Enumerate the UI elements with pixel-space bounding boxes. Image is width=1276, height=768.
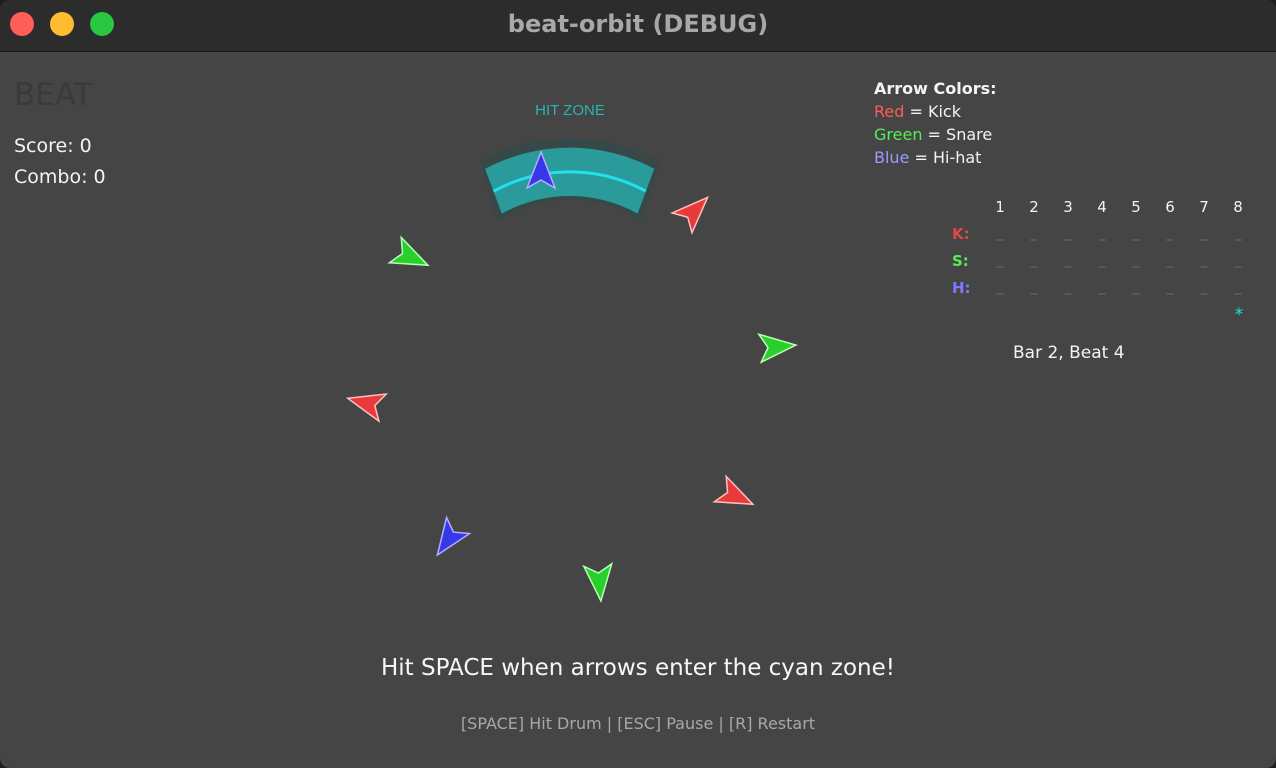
legend-title: Arrow Colors: bbox=[874, 79, 997, 98]
step-header-8: 8 bbox=[1233, 198, 1243, 216]
hihat-step-1: _ bbox=[996, 279, 1004, 295]
step-header-2: 2 bbox=[1029, 198, 1039, 216]
legend-item-snare: Green = Snare bbox=[874, 123, 997, 146]
hihat-step-3: _ bbox=[1064, 279, 1072, 295]
step-header-6: 6 bbox=[1165, 198, 1175, 216]
legend-color-red: Red bbox=[874, 102, 905, 121]
game-canvas[interactable]: BEAT Score: 0 Combo: 0 HIT ZONE Arrow Co… bbox=[0, 53, 1276, 768]
snare-step-6: _ bbox=[1166, 252, 1174, 268]
arrow-kick-2 bbox=[345, 393, 389, 424]
legend-meaning-kick: = Kick bbox=[904, 102, 961, 121]
snare-step-4: _ bbox=[1098, 252, 1106, 268]
legend-item-kick: Red = Kick bbox=[874, 100, 997, 123]
step-header-3: 3 bbox=[1063, 198, 1073, 216]
hihat-step-5: _ bbox=[1132, 279, 1140, 295]
arrow-snare-2 bbox=[757, 332, 798, 364]
legend-color-blue: Blue bbox=[874, 148, 910, 167]
arrow-hihat-2 bbox=[436, 515, 472, 557]
kick-step-6: _ bbox=[1166, 225, 1174, 241]
legend-meaning-hihat: = Hi-hat bbox=[909, 148, 982, 167]
snare-step-7: _ bbox=[1200, 252, 1208, 268]
controls-hint: [SPACE] Hit Drum | [ESC] Pause | [R] Res… bbox=[460, 714, 816, 733]
arrow-color-legend: Arrow Colors: Red = Kick Green = Snare B… bbox=[874, 77, 997, 169]
hihat-step-7: _ bbox=[1200, 279, 1208, 295]
legend-color-green: Green bbox=[874, 125, 923, 144]
hihat-step-6: _ bbox=[1166, 279, 1174, 295]
title-bar[interactable]: beat-orbit (DEBUG) bbox=[0, 0, 1276, 52]
bar-beat-position: Bar 2, Beat 4 bbox=[1013, 343, 1125, 363]
hit-zone-label: HIT ZONE bbox=[535, 102, 605, 119]
step-header-1: 1 bbox=[995, 198, 1005, 216]
snare-step-8: _ bbox=[1234, 252, 1242, 268]
instruction-text: Hit SPACE when arrows enter the cyan zon… bbox=[381, 655, 895, 681]
snare-step-2: _ bbox=[1030, 252, 1038, 268]
step-header-4: 4 bbox=[1097, 198, 1107, 216]
step-header-5: 5 bbox=[1131, 198, 1141, 216]
kick-step-4: _ bbox=[1098, 225, 1106, 241]
sequencer-row-label-snare: S: bbox=[952, 252, 969, 270]
kick-step-3: _ bbox=[1064, 225, 1072, 241]
arrow-snare-3 bbox=[582, 562, 614, 603]
arrow-snare-1 bbox=[387, 235, 430, 267]
window-title: beat-orbit (DEBUG) bbox=[507, 10, 769, 38]
kick-step-8: _ bbox=[1234, 225, 1242, 241]
kick-step-7: _ bbox=[1200, 225, 1208, 241]
current-step-marker: * bbox=[1234, 305, 1244, 325]
step-header-7: 7 bbox=[1199, 198, 1209, 216]
kick-step-5: _ bbox=[1132, 225, 1140, 241]
arrow-kick-3 bbox=[712, 474, 755, 506]
hihat-step-2: _ bbox=[1030, 279, 1038, 295]
kick-step-1: _ bbox=[996, 225, 1004, 241]
arrow-kick-1 bbox=[669, 195, 710, 236]
game-window: beat-orbit (DEBUG) BEAT Score: 0 Combo: … bbox=[0, 0, 1276, 768]
snare-step-3: _ bbox=[1064, 252, 1072, 268]
hihat-step-8: _ bbox=[1234, 279, 1242, 295]
snare-step-5: _ bbox=[1132, 252, 1140, 268]
kick-step-2: _ bbox=[1030, 225, 1038, 241]
snare-step-1: _ bbox=[996, 252, 1004, 268]
hihat-step-4: _ bbox=[1098, 279, 1106, 295]
sequencer-row-label-kick: K: bbox=[952, 225, 970, 243]
legend-meaning-snare: = Snare bbox=[922, 125, 993, 144]
sequencer-row-label-hihat: H: bbox=[952, 279, 971, 297]
legend-item-hihat: Blue = Hi-hat bbox=[874, 146, 997, 169]
